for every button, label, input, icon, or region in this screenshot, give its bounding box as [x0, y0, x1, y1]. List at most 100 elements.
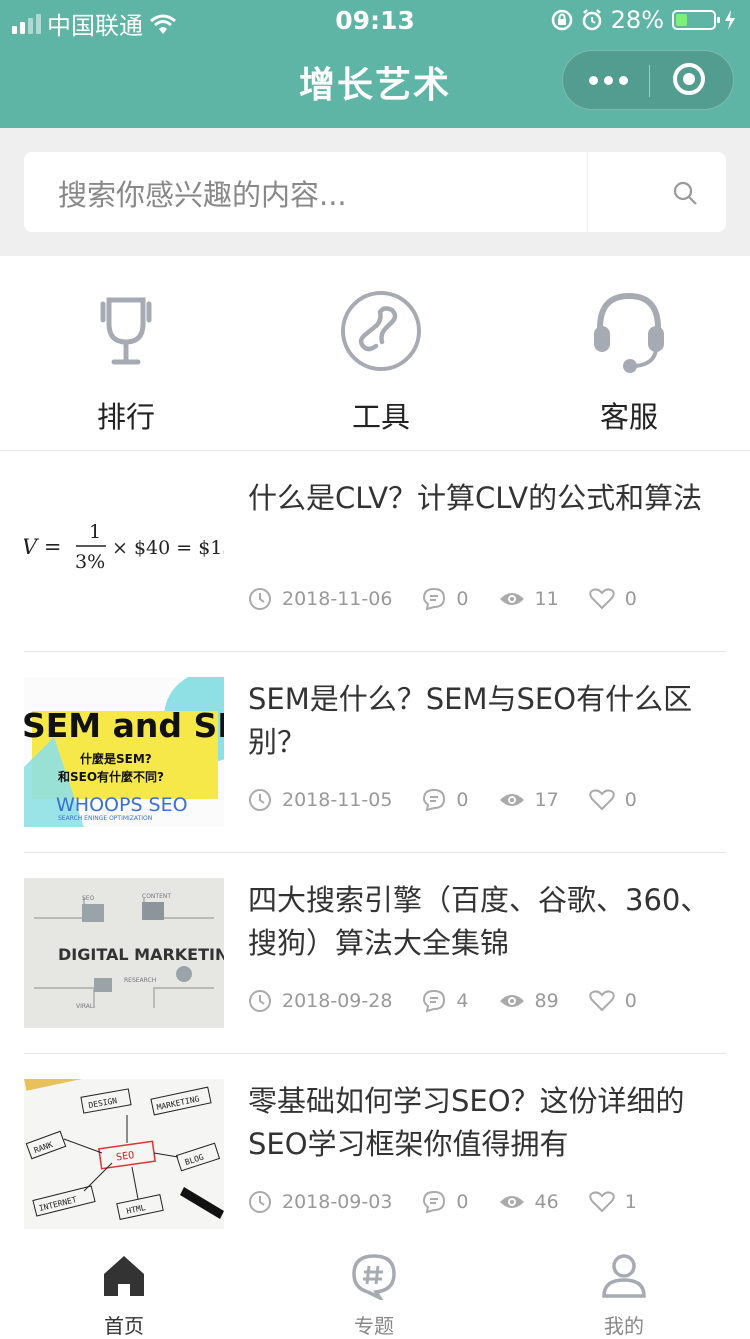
tab-label: 我的 — [604, 1314, 644, 1338]
article-thumbnail: SEO CONTENT DIGITAL MARKETING RESEARCH V… — [24, 878, 224, 1028]
article-date: 2018-11-06 — [282, 588, 393, 610]
quick-link-tools[interactable]: 工具 — [301, 286, 461, 436]
capsule-divider — [649, 65, 650, 97]
article-thumbnail: DESIGN MARKETING RANK SEO BLOG INTERNET … — [24, 1079, 224, 1229]
svg-text:RESEARCH: RESEARCH — [124, 977, 156, 984]
comment-count: 0 — [456, 789, 469, 811]
quick-link-service[interactable]: 客服 — [549, 286, 709, 436]
view-count: 11 — [534, 588, 559, 610]
charging-icon — [725, 10, 735, 30]
heart-icon — [588, 990, 615, 1012]
quick-links: 排行 工具 客服 — [0, 256, 750, 451]
clock-icon — [249, 588, 271, 610]
search-area: 搜索你感兴趣的内容... — [0, 128, 750, 256]
article-list: V = 1 3% × $40 = $13 什么是CLV？计算CLV的公式和算法 … — [24, 451, 726, 1254]
article-title[interactable]: 四大搜索引擎（百度、谷歌、360、搜狗）算法大全集锦 — [248, 879, 718, 965]
svg-text:3%: 3% — [75, 551, 105, 573]
view-count: 17 — [534, 789, 559, 811]
comment-icon — [423, 788, 446, 812]
article-item[interactable]: V = 1 3% × $40 = $13 什么是CLV？计算CLV的公式和算法 … — [24, 451, 726, 652]
top-bar: 中国联通 09:13 28% 增长艺术 — [0, 0, 750, 128]
svg-text:DIGITAL MARKETING: DIGITAL MARKETING — [58, 945, 224, 964]
article-item[interactable]: SEM and SEO 什麼是SEM? 和SEO有什麼不同? WHOOPS SE… — [24, 652, 726, 853]
trophy-icon — [100, 297, 152, 365]
svg-text:VIRAL: VIRAL — [76, 1003, 94, 1010]
comment-icon — [423, 989, 446, 1013]
tab-home[interactable]: 首页 — [64, 1252, 184, 1339]
home-icon — [104, 1256, 144, 1296]
like-count: 0 — [624, 990, 637, 1012]
headset-icon — [594, 292, 664, 373]
article-title[interactable]: 什么是CLV？计算CLV的公式和算法 — [248, 477, 718, 520]
svg-text:WHOOPS SEO: WHOOPS SEO — [56, 794, 188, 816]
article-meta: 2018-09-28 4 89 0 — [248, 989, 667, 1013]
svg-text:和SEO有什麼不同?: 和SEO有什麼不同? — [57, 769, 164, 784]
quick-link-label: 工具 — [351, 400, 410, 434]
svg-text:什麼是SEM?: 什麼是SEM? — [80, 751, 152, 766]
clock-icon — [249, 789, 271, 811]
eye-icon — [499, 593, 524, 605]
quick-link-label: 排行 — [96, 400, 155, 434]
like-count: 1 — [624, 1191, 637, 1213]
search-input[interactable]: 搜索你感兴趣的内容... — [24, 152, 726, 232]
battery-percent: 28% — [610, 6, 664, 34]
search-divider — [587, 152, 588, 232]
battery-icon — [672, 10, 720, 30]
quick-link-label: 客服 — [599, 400, 658, 434]
svg-text:SEM and SEO: SEM and SEO — [24, 706, 224, 745]
link-icon — [341, 291, 421, 371]
article-date: 2018-09-28 — [282, 990, 393, 1012]
article-meta: 2018-11-06 0 11 0 — [248, 587, 667, 611]
quick-link-ranking[interactable]: 排行 — [46, 286, 206, 436]
status-bar: 中国联通 09:13 28% — [0, 0, 750, 40]
clv-formula-image: V = 1 3% × $40 = $13 — [24, 521, 224, 573]
eye-icon — [499, 995, 524, 1007]
comment-icon — [423, 1190, 446, 1214]
comment-icon — [423, 587, 446, 611]
article-thumbnail: SEM and SEO 什麼是SEM? 和SEO有什麼不同? WHOOPS SE… — [24, 677, 224, 827]
comment-count: 0 — [456, 1191, 469, 1213]
rotation-lock-icon — [551, 9, 572, 31]
tab-topics[interactable]: 专题 — [314, 1252, 434, 1339]
article-item[interactable]: SEO CONTENT DIGITAL MARKETING RESEARCH V… — [24, 853, 726, 1054]
status-right: 28% — [551, 6, 736, 34]
svg-text:1: 1 — [89, 521, 101, 543]
svg-text:SEARCH ENINGE OPTIMIZATION: SEARCH ENINGE OPTIMIZATION — [58, 815, 152, 822]
sem-seo-image: SEM and SEO 什麼是SEM? 和SEO有什麼不同? WHOOPS SE… — [24, 677, 224, 827]
svg-text:× $40 = $13: × $40 = $13 — [112, 537, 224, 559]
article-title[interactable]: 零基础如何学习SEO？这份详细的SEO学习框架你值得拥有 — [248, 1080, 718, 1166]
search-placeholder: 搜索你感兴趣的内容... — [58, 178, 347, 212]
search-icon[interactable] — [672, 180, 698, 206]
comment-count: 4 — [456, 990, 469, 1012]
view-count: 89 — [534, 990, 559, 1012]
tab-bar: 首页 专题 我的 — [0, 1236, 750, 1338]
heart-icon — [588, 588, 615, 610]
eye-icon — [499, 1196, 524, 1208]
mini-program-capsule — [562, 50, 734, 110]
article-item[interactable]: DESIGN MARKETING RANK SEO BLOG INTERNET … — [24, 1054, 726, 1254]
user-icon — [602, 1254, 646, 1298]
tab-label: 首页 — [104, 1314, 144, 1338]
topic-icon — [352, 1254, 396, 1303]
alarm-icon — [582, 9, 601, 31]
svg-text:CONTENT: CONTENT — [142, 893, 171, 900]
seo-framework-image: DESIGN MARKETING RANK SEO BLOG INTERNET … — [24, 1079, 224, 1229]
heart-icon — [588, 1191, 615, 1213]
svg-text:V =: V = — [24, 535, 61, 559]
svg-text:SEO: SEO — [82, 895, 95, 902]
more-button[interactable] — [585, 65, 631, 95]
tab-label: 专题 — [354, 1314, 394, 1338]
clock-icon — [249, 990, 271, 1012]
article-thumbnail: V = 1 3% × $40 = $13 — [24, 476, 224, 626]
heart-icon — [588, 789, 615, 811]
view-count: 46 — [534, 1191, 559, 1213]
close-button[interactable] — [673, 63, 705, 95]
like-count: 0 — [624, 588, 637, 610]
like-count: 0 — [624, 789, 637, 811]
article-title[interactable]: SEM是什么？SEM与SEO有什么区别？ — [248, 678, 718, 764]
tab-mine[interactable]: 我的 — [564, 1252, 684, 1339]
article-date: 2018-09-03 — [282, 1191, 393, 1213]
clock-icon — [249, 1191, 271, 1213]
eye-icon — [499, 794, 524, 806]
digital-marketing-image: SEO CONTENT DIGITAL MARKETING RESEARCH V… — [24, 878, 224, 1028]
